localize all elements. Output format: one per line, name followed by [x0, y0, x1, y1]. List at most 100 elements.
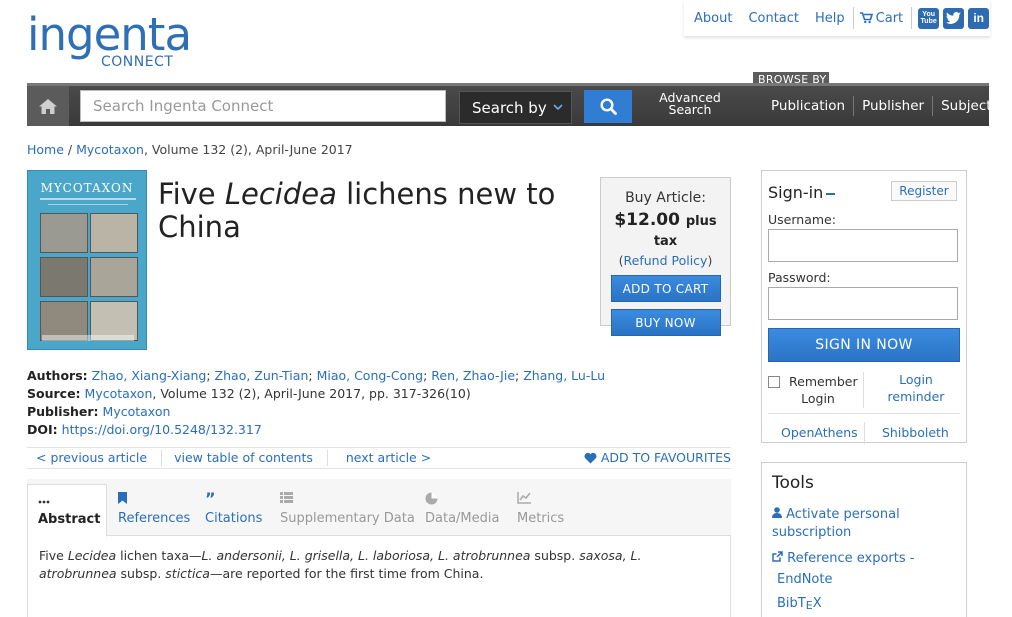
pie-chart-icon [425, 492, 499, 508]
home-button[interactable] [27, 86, 69, 126]
password-field[interactable] [768, 287, 958, 320]
abstract-taxon: Lecidea [67, 548, 117, 563]
youtube-icon[interactable]: You Tube [918, 7, 940, 29]
reminder-line: reminder [887, 389, 945, 404]
bibtex-part: X [812, 596, 822, 611]
add-to-favourites-button[interactable]: ADD TO FAVOURITES [584, 450, 731, 465]
cart-label: Cart [875, 10, 904, 26]
tab-label: Abstract [38, 512, 101, 527]
search-by-dropdown[interactable]: Search by [459, 91, 572, 124]
favourites-label: ADD TO FAVOURITES [600, 450, 731, 465]
publisher-label: Publisher: [27, 404, 99, 419]
tab-metrics[interactable]: Metrics [507, 484, 574, 536]
browse-publisher-link[interactable]: Publisher [853, 96, 932, 116]
publisher-link[interactable]: Mycotaxon [103, 404, 171, 419]
cover-photo [90, 257, 138, 297]
remember-login-label: Remember Login [789, 373, 858, 407]
tab-citations[interactable]: ” Citations [195, 484, 272, 536]
username-field[interactable] [768, 229, 958, 262]
author-link[interactable]: Miao, Cong-Cong [317, 368, 424, 383]
tab-abstract[interactable]: Abstract [27, 484, 107, 537]
previous-article-link[interactable]: < previous article [27, 450, 163, 466]
breadcrumb: Home / Mycotaxon, Volume 132 (2), April-… [27, 142, 353, 157]
add-to-cart-button[interactable]: ADD TO CART [610, 275, 721, 302]
browse-publication-link[interactable]: Publication [763, 96, 853, 116]
activate-subscription-link[interactable]: Activate personal subscription [772, 506, 956, 542]
breadcrumb-separator: / [63, 142, 77, 157]
abstract-taxon: L. andersonii, L. grisella, L. laboriosa… [201, 548, 531, 563]
cover-title: MYCOTAXON [40, 181, 134, 195]
next-article-link[interactable]: next article > [328, 450, 445, 466]
top-links-bar: About Contact Help Cart You Tube in [684, 0, 990, 36]
shibboleth-link[interactable]: Shibboleth [882, 425, 949, 440]
breadcrumb-journal-link[interactable]: Mycotaxon [76, 142, 144, 157]
author-sep: ; [308, 368, 317, 383]
about-link[interactable]: About [694, 11, 732, 26]
divider [852, 7, 854, 29]
sign-in-button[interactable]: SIGN IN NOW [768, 328, 960, 362]
refund-policy-link[interactable]: Refund Policy [624, 253, 708, 268]
help-link[interactable]: Help [815, 11, 845, 26]
remember-line: Remember [789, 374, 858, 389]
cart-link[interactable]: Cart [859, 10, 904, 26]
abstract-part: subsp. [116, 566, 166, 581]
doi-link[interactable]: https://doi.org/10.5248/132.317 [62, 422, 262, 437]
author-sep: ; [515, 368, 524, 383]
source-label: Source: [27, 386, 81, 401]
buy-article-box: Buy Article: $12.00 plus tax (Refund Pol… [600, 177, 731, 336]
journal-cover-image[interactable]: MYCOTAXON [27, 170, 147, 350]
sign-in-header: Sign-in Register [768, 171, 960, 211]
reference-exports: Reference exports - [772, 550, 956, 568]
sign-in-title[interactable]: Sign-in [768, 183, 836, 202]
price: $12.00 plus tax [601, 210, 730, 250]
authors-row: Authors: Zhao, Xiang-Xiang; Zhao, Zun-Ti… [27, 367, 605, 385]
tab-supplementary-data[interactable]: Supplementary Data [270, 484, 425, 536]
author-link[interactable]: Zhao, Zun-Tian [215, 368, 309, 383]
contact-link[interactable]: Contact [748, 11, 799, 26]
tab-data-media[interactable]: Data/Media [415, 484, 509, 536]
twitter-icon[interactable] [943, 7, 965, 29]
search-input[interactable]: Search Ingenta Connect [80, 90, 446, 122]
breadcrumb-home-link[interactable]: Home [27, 142, 64, 157]
search-button[interactable] [584, 90, 632, 123]
table-of-contents-link[interactable]: view table of contents [162, 450, 328, 466]
source-journal-link[interactable]: Mycotaxon [85, 386, 153, 401]
tab-references[interactable]: References [108, 484, 200, 536]
register-button[interactable]: Register [891, 181, 957, 201]
cover-rule [48, 204, 128, 205]
logo-wordmark: ingenta [27, 8, 192, 61]
author-link[interactable]: Ren, Zhao-Jie [431, 368, 515, 383]
reference-exports-label: Reference exports - [787, 551, 915, 566]
content-tabs: Abstract References ” Citations Suppleme… [27, 479, 731, 537]
tools-title: Tools [772, 473, 814, 493]
abstract-part: Five [39, 548, 68, 563]
buy-now-button[interactable]: BUY NOW [610, 309, 721, 336]
ingenta-connect-logo[interactable]: ingenta CONNECT [27, 12, 217, 74]
author-sep: ; [206, 368, 215, 383]
source-row: Source: Mycotaxon, Volume 132 (2), April… [27, 385, 605, 403]
openathens-link[interactable]: OpenAthens [781, 425, 858, 440]
endnote-export-link[interactable]: EndNote [777, 571, 956, 589]
advanced-search-link[interactable]: Advanced Search [655, 91, 725, 116]
publisher-row: Publisher: Mycotaxon [27, 403, 605, 421]
tools-panel: Tools Activate personal subscription Ref… [761, 462, 967, 617]
collapse-icon [826, 192, 836, 195]
divider [911, 7, 913, 29]
abstract-part: subsp. [530, 548, 580, 563]
bookmark-icon [118, 492, 190, 508]
login-reminder-link[interactable]: Login reminder [876, 371, 956, 405]
article-metadata: Authors: Zhao, Xiang-Xiang; Zhao, Zun-Ti… [27, 367, 605, 439]
author-link[interactable]: Zhang, Lu-Lu [523, 368, 605, 383]
youtube-label: You Tube [920, 11, 937, 25]
cover-photo [90, 213, 138, 253]
bibtex-export-link[interactable]: BibTEX [777, 595, 956, 615]
search-by-label: Search by [472, 98, 547, 117]
breadcrumb-issue: , Volume 132 (2), April-June 2017 [143, 142, 353, 157]
source-details: , Volume 132 (2), April-June 2017, pp. 3… [152, 386, 471, 401]
remember-login-checkbox[interactable] [768, 376, 780, 388]
browse-subject-link[interactable]: Subject [932, 96, 999, 116]
sign-in-panel: Sign-in Register Username: Password: SIG… [761, 170, 967, 444]
sign-in-title-text: Sign-in [768, 183, 824, 202]
linkedin-icon[interactable]: in [968, 7, 990, 29]
author-link[interactable]: Zhao, Xiang-Xiang [92, 368, 207, 383]
